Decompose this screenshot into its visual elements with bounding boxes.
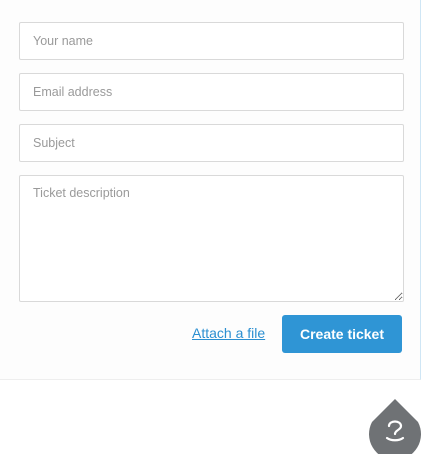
- email-input[interactable]: [19, 73, 404, 111]
- ticket-form: Attach a file Create ticket: [0, 0, 421, 380]
- help-launcher-button[interactable]: [368, 398, 422, 454]
- ticket-page: Attach a file Create ticket: [0, 0, 424, 460]
- attach-file-link[interactable]: Attach a file: [192, 325, 265, 341]
- name-input[interactable]: [19, 22, 404, 60]
- help-bubble-icon: [369, 399, 421, 454]
- create-ticket-button[interactable]: Create ticket: [282, 315, 402, 353]
- description-textarea[interactable]: [19, 175, 404, 302]
- subject-input[interactable]: [19, 124, 404, 162]
